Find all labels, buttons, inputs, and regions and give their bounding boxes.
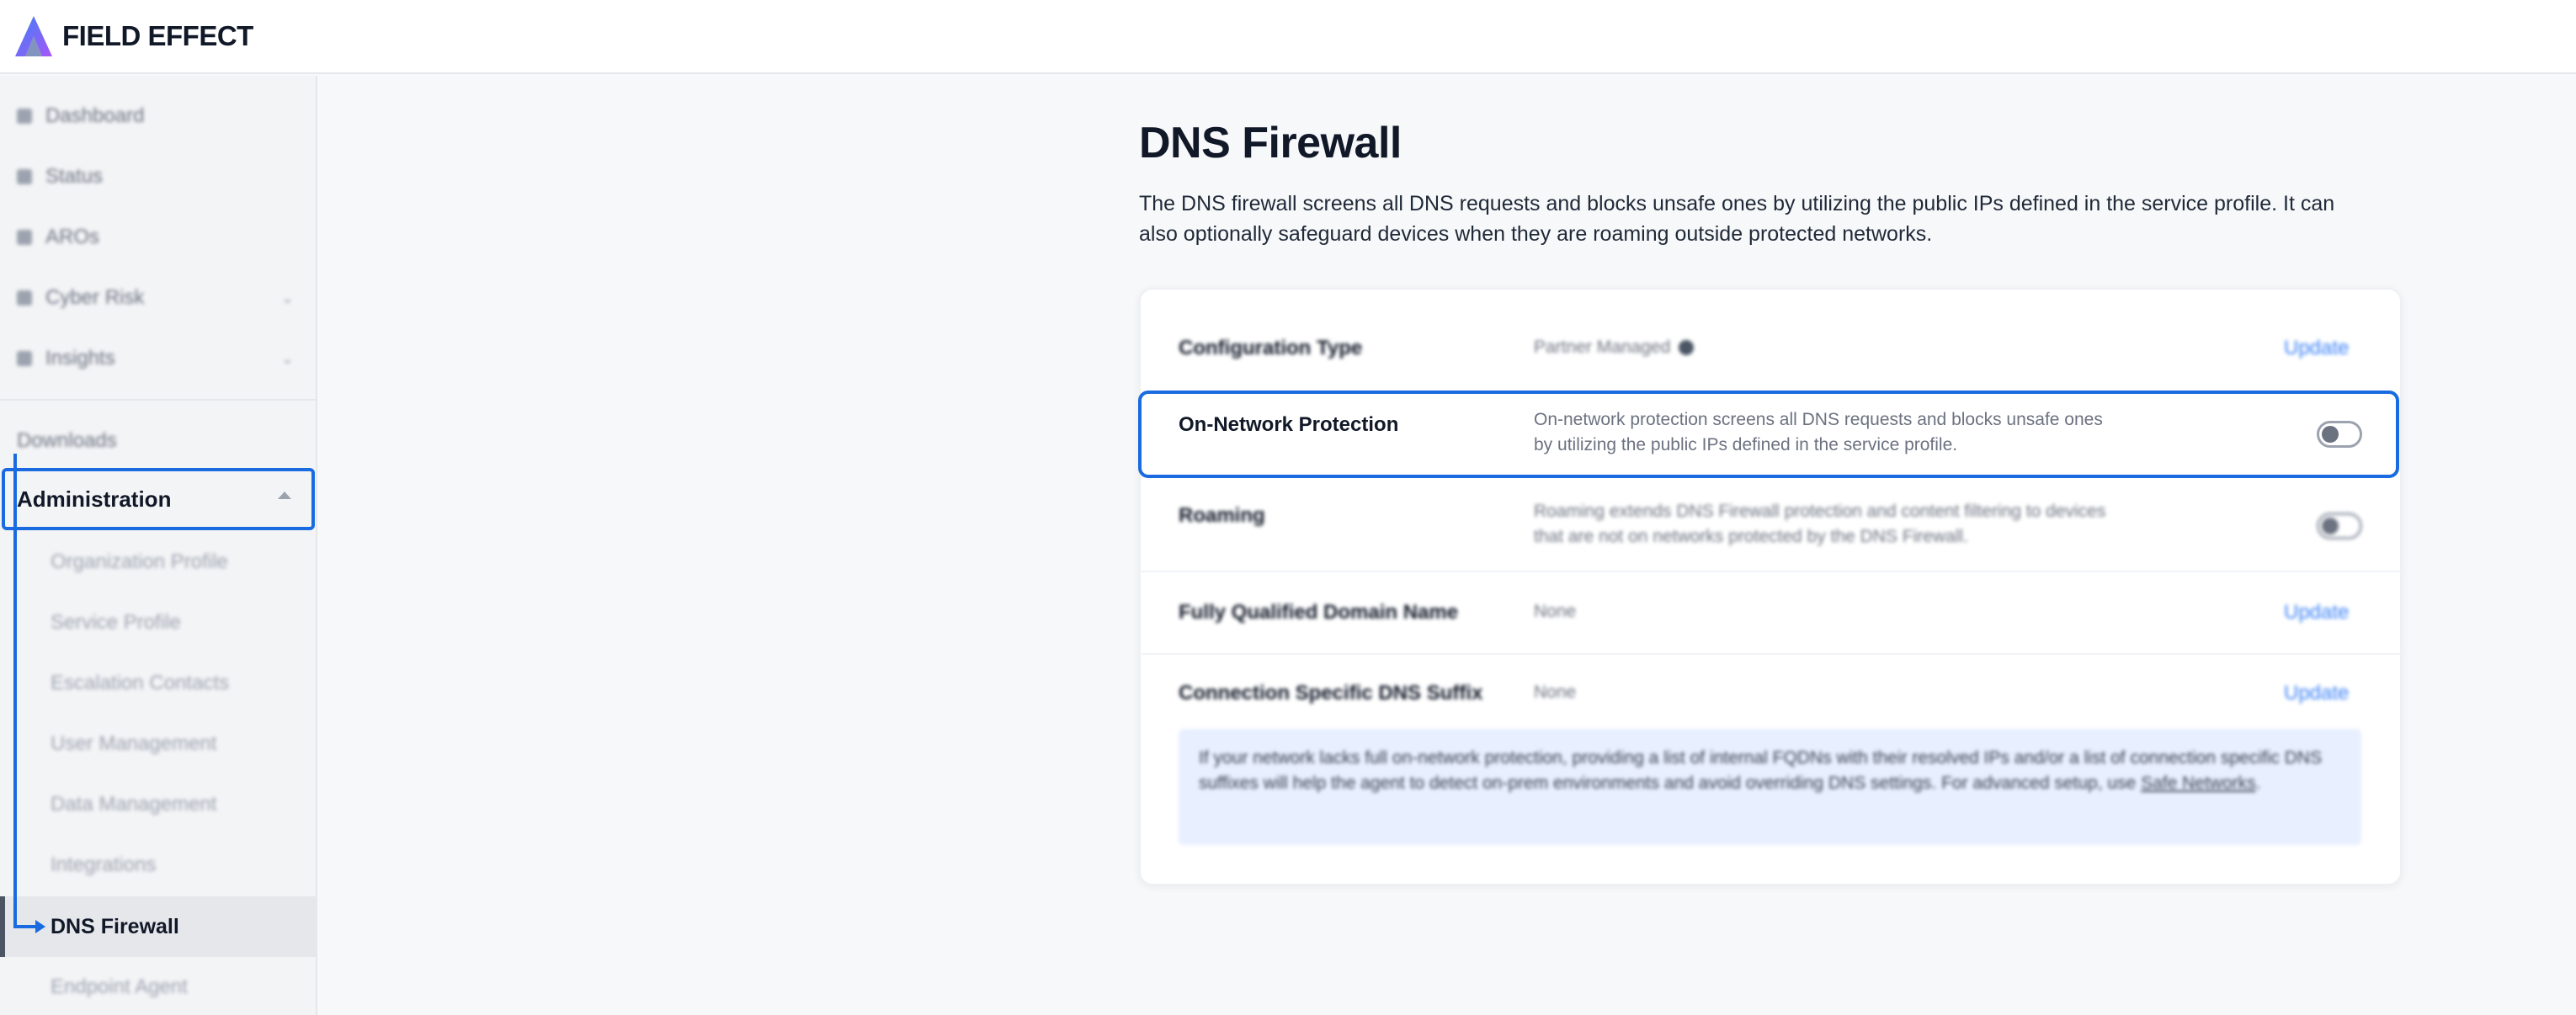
sidebar-subitem-organization-profile[interactable]: Organization Profile [0,532,317,593]
sidebar-subitem-escalation-contacts[interactable]: Escalation Contacts [0,653,317,714]
sidebar-subitem-label: Organization Profile [51,550,228,573]
sidebar-subitem-integrations[interactable]: Integrations [0,835,317,895]
chevron-down-icon: ⌄ [280,350,294,367]
dns-suffix-value: None [1534,683,1577,702]
sidebar-subitem-label: Escalation Contacts [51,672,230,694]
sidebar-item-administration[interactable]: Administration [2,468,315,530]
on-network-protection-description: On-network protection screens all DNS re… [1534,410,2103,454]
fqdn-value: None [1534,602,1577,621]
config-type-value: Partner Managed [1534,335,1695,360]
field-effect-logo-icon[interactable] [13,14,54,58]
sidebar-subitem-label: Data Management [51,793,217,816]
aro-icon [17,230,32,245]
sidebar-item-label: Status [45,165,104,188]
config-type-update-link[interactable]: Update [2284,337,2349,360]
page-title: DNS Firewall [1139,119,1402,167]
roaming-description: Roaming extends DNS Firewall protection … [1534,502,2106,546]
sidebar-subitem-data-management[interactable]: Data Management [0,774,317,835]
annotation-arrow-icon [35,920,45,933]
sidebar-subitem-user-management[interactable]: User Management [0,714,317,774]
cyber-risk-icon [17,290,32,306]
on-network-protection-label: On-Network Protection [1179,413,1399,436]
fqdn-update-link[interactable]: Update [2284,601,2349,624]
sidebar-item-dashboard[interactable]: Dashboard [0,86,317,146]
info-icon[interactable] [1679,340,1695,356]
dns-suffix-update-link[interactable]: Update [2284,682,2349,705]
sidebar-item-label: Downloads [17,429,117,452]
toggle-knob [2322,518,2339,534]
info-panel: If your network lacks full on-network pr… [1179,729,2361,845]
sidebar-item-label: Administration [17,486,172,512]
page-description: The DNS firewall screens all DNS request… [1139,192,2335,246]
sidebar-subitem-label: Integrations [51,853,157,876]
dns-suffix-label: Connection Specific DNS Suffix [1179,682,1483,704]
toggle-knob [2322,426,2339,443]
sidebar-item-aros[interactable]: AROs [0,207,317,268]
safe-networks-link[interactable]: Safe Networks [2141,773,2256,793]
roaming-toggle[interactable] [2317,513,2362,539]
annotation-connector-line [13,454,17,928]
fqdn-label: Fully Qualified Domain Name [1179,601,1459,624]
roaming-label: Roaming [1179,504,1265,527]
insights-icon [17,351,32,366]
sidebar-subitem-service-profile[interactable]: Service Profile [0,593,317,653]
sidebar-item-label: Insights [45,347,115,369]
sidebar-item-label: Dashboard [45,104,145,127]
sidebar-subitem-label: Service Profile [51,611,181,634]
top-bar: FIELD EFFECT [0,0,2576,74]
sidebar-item-status[interactable]: Status [0,146,317,207]
sidebar-item-insights[interactable]: Insights ⌄ [0,328,317,389]
brand-name[interactable]: FIELD EFFECT [62,20,253,52]
sidebar-subitem-endpoint-agent[interactable]: Endpoint Agent [0,957,317,1015]
info-panel-tail: . [2255,773,2261,793]
config-type-label: Configuration Type [1179,337,1363,359]
status-icon [17,169,32,184]
sidebar-divider [0,399,317,401]
sidebar-item-label: Cyber Risk [45,286,145,309]
sidebar-item-label: AROs [45,226,100,248]
chevron-down-icon: ⌄ [280,290,294,306]
row-divider [1139,653,2402,655]
config-type-value-text: Partner Managed [1534,337,1671,357]
sidebar-item-cyber-risk[interactable]: Cyber Risk ⌄ [0,268,317,328]
dashboard-icon [17,109,32,124]
sidebar-item-downloads[interactable]: Downloads [0,411,317,471]
active-indicator [0,896,5,957]
on-network-protection-toggle[interactable] [2317,421,2362,448]
sidebar-subitem-label: DNS Firewall [51,914,179,938]
chevron-up-icon [278,492,291,499]
sidebar-subitem-label: User Management [51,732,217,755]
sidebar-subitem-label: Endpoint Agent [51,975,188,998]
row-divider [1139,571,2402,572]
